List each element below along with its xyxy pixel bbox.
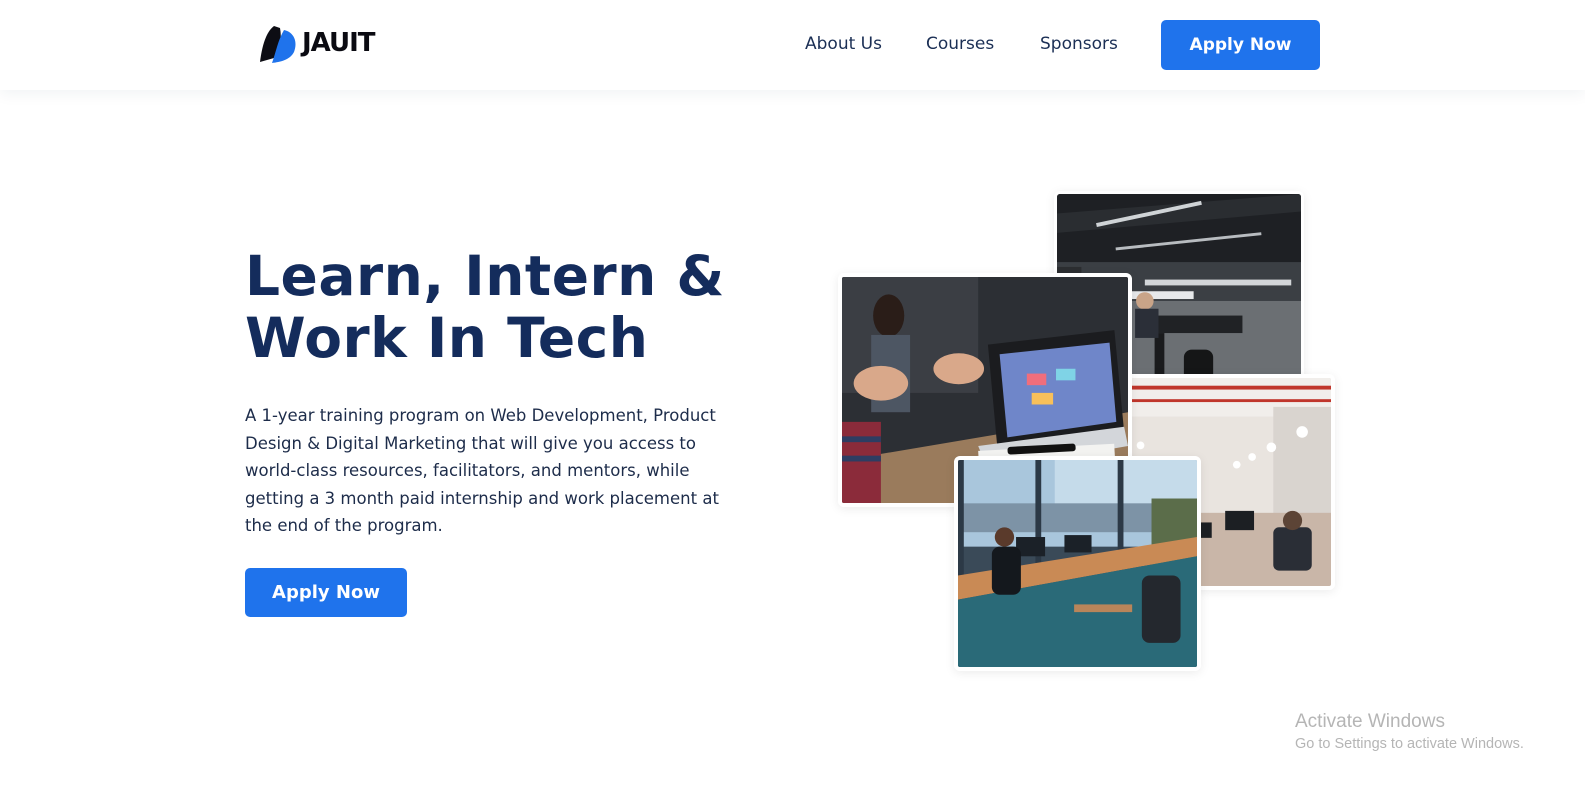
hero-title: Learn, Intern & Work In Tech [245,245,805,369]
hero-description: A 1-year training program on Web Develop… [245,406,719,536]
hero-apply-now-button[interactable]: Apply Now [245,568,407,617]
nav-courses[interactable]: Courses [926,34,994,54]
watermark-title: Activate Windows [1295,711,1445,732]
brand-logo[interactable]: JAUIT [260,22,376,64]
site-header: JAUIT About Us Courses Sponsors Apply No… [0,0,1585,90]
feather-logo-icon [260,26,296,63]
watermark-subtitle: Go to Settings to activate Windows. [1295,736,1524,752]
brand-name: JAUIT [302,28,376,58]
hero-title-line-1: Learn, Intern & [245,244,725,308]
hero-title-line-2: Work In Tech [245,306,649,370]
city-view-office-photo [954,456,1201,671]
header-apply-now-button[interactable]: Apply Now [1161,20,1320,70]
nav-sponsors[interactable]: Sponsors [1040,34,1118,54]
activate-windows-watermark: Activate Windows Go to Settings to activ… [1295,710,1524,754]
nav-about-us[interactable]: About Us [805,34,882,54]
